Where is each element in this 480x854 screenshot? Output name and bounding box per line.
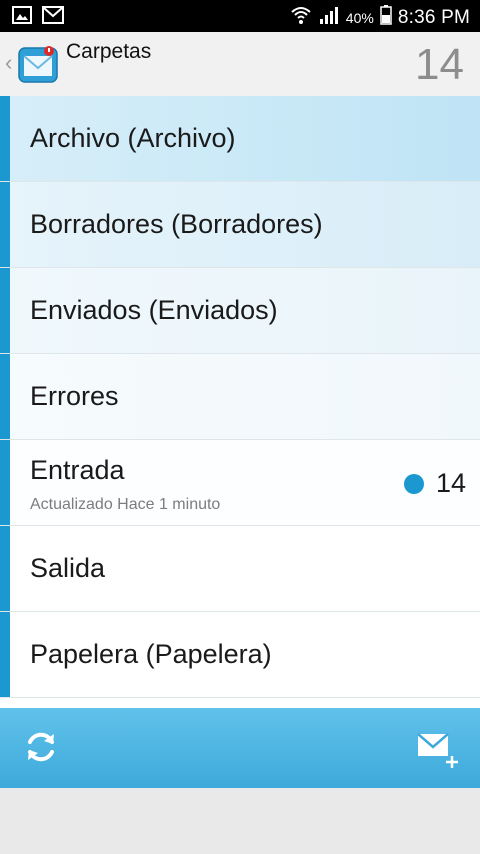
signal-icon	[318, 5, 340, 30]
app-header: ‹ Carpetas 14	[0, 32, 480, 96]
folder-accent-bar	[0, 182, 10, 267]
folder-item-enviados[interactable]: Enviados (Enviados)	[0, 268, 480, 354]
compose-mail-icon[interactable]	[416, 730, 462, 775]
unread-indicator: 14	[403, 468, 466, 499]
folder-item-borradores[interactable]: Borradores (Borradores)	[0, 182, 480, 268]
folder-accent-bar	[0, 354, 10, 439]
folder-item-errores[interactable]: Errores	[0, 354, 480, 440]
battery-icon	[380, 5, 392, 30]
folder-label: Enviados (Enviados)	[30, 295, 278, 325]
folder-item-salida[interactable]: Salida	[0, 526, 480, 612]
page-title: Carpetas	[66, 40, 152, 63]
folder-label: Archivo (Archivo)	[30, 123, 236, 153]
folder-label: Entrada	[30, 455, 125, 485]
unread-count-badge: 14	[435, 468, 466, 498]
mail-app-icon[interactable]	[17, 44, 59, 91]
folder-item-papelera[interactable]: Papelera (Papelera)	[0, 612, 480, 698]
gallery-notification-icon	[12, 6, 32, 29]
gmail-notification-icon	[42, 6, 64, 29]
folder-label: Salida	[30, 553, 106, 583]
folder-label: Borradores (Borradores)	[30, 209, 323, 239]
folder-accent-bar	[0, 268, 10, 353]
battery-percent: 40%	[345, 9, 374, 26]
unread-dot-icon	[403, 473, 424, 494]
back-chevron-icon[interactable]: ‹	[5, 50, 12, 76]
folder-accent-bar	[0, 440, 10, 525]
folder-item-archivo[interactable]: Archivo (Archivo)	[0, 96, 480, 182]
unread-count: 14	[415, 40, 464, 89]
wifi-icon	[290, 4, 312, 31]
folder-item-entrada[interactable]: Entrada Actualizado Hace 1 minuto 14	[0, 440, 480, 526]
status-bar: 40% 8:36 PM	[0, 0, 480, 32]
clock: 8:36 PM	[397, 6, 470, 28]
folder-accent-bar	[0, 96, 10, 181]
bottom-empty-area	[0, 788, 480, 854]
folder-accent-bar	[0, 612, 10, 697]
refresh-icon[interactable]	[22, 728, 60, 771]
bottom-toolbar	[0, 708, 480, 788]
folder-label: Papelera (Papelera)	[30, 639, 272, 669]
folder-label: Errores	[30, 381, 119, 411]
folder-list: Archivo (Archivo) Borradores (Borradores…	[0, 96, 480, 708]
folder-subtitle: Actualizado Hace 1 minuto	[30, 496, 221, 513]
folder-accent-bar	[0, 526, 10, 611]
